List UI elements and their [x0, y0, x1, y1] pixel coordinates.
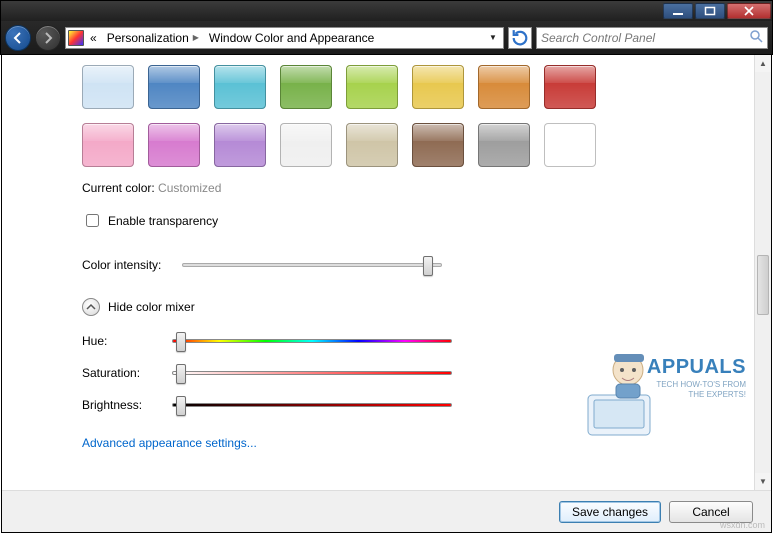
saturation-label: Saturation: — [82, 366, 162, 380]
window-titlebar — [0, 0, 773, 21]
color-swatch[interactable] — [148, 123, 200, 167]
chevron-down-icon: ▼ — [489, 33, 497, 42]
chevron-down-icon: ▼ — [759, 477, 767, 486]
brightness-label: Brightness: — [82, 398, 162, 412]
color-mixer-toggle-label: Hide color mixer — [108, 300, 195, 314]
breadcrumb-window-color[interactable]: Window Color and Appearance — [205, 31, 378, 45]
color-swatch[interactable] — [214, 65, 266, 109]
chevron-up-icon: ▲ — [759, 59, 767, 68]
source-note: wsxdn.com — [720, 520, 765, 530]
enable-transparency-label[interactable]: Enable transparency — [108, 214, 218, 228]
nav-forward-button[interactable] — [35, 25, 61, 51]
window-client: Current color: Customized Enable transpa… — [1, 55, 772, 533]
refresh-icon — [509, 27, 531, 49]
color-mixer-panel: Hue: Saturation: Brightness: — [82, 334, 691, 412]
color-swatch[interactable] — [82, 123, 134, 167]
hue-slider[interactable] — [172, 339, 452, 343]
window-close-button[interactable] — [727, 3, 771, 19]
vertical-scrollbar[interactable]: ▲ ▼ — [754, 55, 771, 490]
color-swatch[interactable] — [82, 65, 134, 109]
current-color-value: Customized — [158, 181, 221, 195]
color-intensity-label: Color intensity: — [82, 258, 172, 272]
enable-transparency-checkbox[interactable] — [86, 214, 99, 227]
search-placeholder: Search Control Panel — [541, 31, 655, 45]
address-dropdown-button[interactable]: ▼ — [485, 33, 501, 42]
breadcrumb-label: Window Color and Appearance — [209, 31, 374, 45]
color-swatch[interactable] — [346, 65, 398, 109]
chevron-right-icon: ▶ — [193, 33, 199, 42]
close-icon — [743, 6, 755, 16]
breadcrumb-prefix[interactable]: « — [86, 31, 101, 45]
window-maximize-button[interactable] — [695, 3, 725, 19]
hue-label: Hue: — [82, 334, 162, 348]
address-bar[interactable]: « Personalization ▶ Window Color and App… — [65, 27, 504, 49]
search-input[interactable]: Search Control Panel — [536, 27, 768, 49]
color-swatch[interactable] — [412, 65, 464, 109]
chevrons-left-icon: « — [90, 31, 97, 45]
color-swatch[interactable] — [148, 65, 200, 109]
breadcrumb-personalization[interactable]: Personalization ▶ — [103, 31, 203, 45]
chevron-up-icon — [82, 298, 100, 316]
color-swatch[interactable] — [280, 123, 332, 167]
current-color-label: Current color: — [82, 181, 155, 195]
scrollbar-thumb[interactable] — [757, 255, 769, 315]
color-swatch-row — [82, 123, 691, 167]
explorer-navbar: « Personalization ▶ Window Color and App… — [0, 21, 773, 55]
content-area: Current color: Customized Enable transpa… — [2, 55, 771, 490]
control-panel-icon — [68, 30, 84, 46]
arrow-right-icon — [41, 31, 55, 45]
breadcrumb-label: Personalization — [107, 31, 189, 45]
color-swatch-row — [82, 65, 691, 109]
maximize-icon — [704, 6, 716, 16]
nav-back-button[interactable] — [5, 25, 31, 51]
color-swatch[interactable] — [412, 123, 464, 167]
dialog-footer: Save changes Cancel — [2, 490, 771, 532]
refresh-button[interactable] — [508, 27, 532, 49]
save-changes-button[interactable]: Save changes — [559, 501, 661, 523]
search-icon — [749, 29, 763, 46]
color-swatch[interactable] — [478, 65, 530, 109]
slider-thumb[interactable] — [176, 332, 186, 352]
color-swatch[interactable] — [544, 65, 596, 109]
slider-thumb[interactable] — [176, 364, 186, 384]
current-color-line: Current color: Customized — [82, 181, 691, 195]
arrow-left-icon — [11, 31, 25, 45]
scroll-up-button[interactable]: ▲ — [755, 55, 771, 72]
window-minimize-button[interactable] — [663, 3, 693, 19]
color-swatch[interactable] — [214, 123, 266, 167]
color-swatch[interactable] — [346, 123, 398, 167]
color-swatch[interactable] — [478, 123, 530, 167]
color-mixer-toggle[interactable]: Hide color mixer — [82, 298, 691, 316]
color-swatch[interactable] — [544, 123, 596, 167]
minimize-icon — [672, 6, 684, 16]
slider-thumb[interactable] — [423, 256, 433, 276]
slider-thumb[interactable] — [176, 396, 186, 416]
color-intensity-slider[interactable] — [182, 263, 442, 267]
brightness-slider[interactable] — [172, 403, 452, 407]
color-swatch[interactable] — [280, 65, 332, 109]
scroll-down-button[interactable]: ▼ — [755, 473, 771, 490]
advanced-appearance-link[interactable]: Advanced appearance settings... — [82, 436, 257, 450]
saturation-slider[interactable] — [172, 371, 452, 375]
